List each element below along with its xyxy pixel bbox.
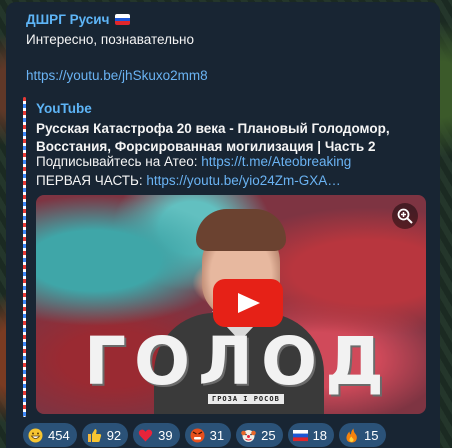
fire-icon: [344, 428, 359, 443]
heart-icon: [138, 428, 153, 443]
reaction-count: 92: [106, 427, 122, 443]
angry-face-icon: [190, 428, 205, 443]
reaction-count: 18: [312, 427, 328, 443]
reaction-count: 25: [261, 427, 276, 443]
reaction-grin[interactable]: 454: [23, 423, 77, 447]
sender-name[interactable]: ДШРГ Русич: [26, 12, 109, 27]
subscribe-prefix: Подписывайтесь на Атео:: [36, 154, 198, 169]
reaction-count: 15: [364, 427, 379, 443]
zoom-button[interactable]: [392, 203, 418, 229]
part-prefix: ПЕРВАЯ ЧАСТЬ:: [36, 173, 143, 188]
thumbs-up-icon: [87, 428, 102, 443]
link-preview[interactable]: YouTube Русская Катастрофа 20 века - Пла…: [23, 97, 430, 417]
preview-title: Русская Катастрофа 20 века - Плановый Го…: [36, 121, 390, 154]
reaction-angry[interactable]: 31: [184, 423, 232, 447]
reaction-russian-flag[interactable]: 18: [287, 423, 335, 447]
reaction-count: 454: [48, 427, 70, 443]
reaction-thumbs-up[interactable]: 92: [81, 423, 129, 447]
message-text: Интересно, познавательно: [26, 32, 194, 47]
preview-site-name: YouTube: [36, 101, 92, 116]
reaction-clown[interactable]: 25: [236, 423, 283, 447]
message-link[interactable]: https://youtu.be/jhSkuxo2mm8: [26, 68, 208, 83]
grin-emoji-icon: [28, 428, 43, 443]
reaction-heart[interactable]: 39: [133, 423, 180, 447]
message-bubble[interactable]: ДШРГ Русич Интересно, познавательно http…: [6, 2, 440, 448]
preview-accent-bar: [23, 97, 26, 417]
thumbnail-person-hair: [196, 209, 286, 251]
part-link[interactable]: https://youtu.be/yio24Zm-GXA…: [146, 173, 340, 188]
russian-flag-icon: [115, 14, 131, 25]
reaction-fire[interactable]: 15: [339, 423, 386, 447]
thumbnail-big-title: ГОЛОД: [84, 323, 392, 400]
play-button[interactable]: [213, 279, 283, 327]
preview-subscribe-line: Подписывайтесь на Атео: https://t.me/Ate…: [36, 154, 351, 169]
video-thumbnail[interactable]: ГОЛОД ГРОЗА I РОСОВ: [36, 195, 426, 414]
play-icon: [238, 293, 260, 313]
zoom-in-icon: [397, 208, 413, 224]
reactions-bar: 454 92 39 31 25 18 15: [23, 423, 386, 447]
clown-face-icon: [241, 428, 256, 443]
russian-flag-icon: [292, 428, 308, 443]
reaction-count: 31: [209, 427, 225, 443]
thumbnail-small-title: ГРОЗА I РОСОВ: [208, 394, 284, 404]
reaction-count: 39: [158, 427, 173, 443]
subscribe-link[interactable]: https://t.me/Ateobreaking: [201, 154, 351, 169]
preview-part-line: ПЕРВАЯ ЧАСТЬ: https://youtu.be/yio24Zm-G…: [36, 173, 341, 188]
sender-header[interactable]: ДШРГ Русич: [26, 12, 131, 27]
